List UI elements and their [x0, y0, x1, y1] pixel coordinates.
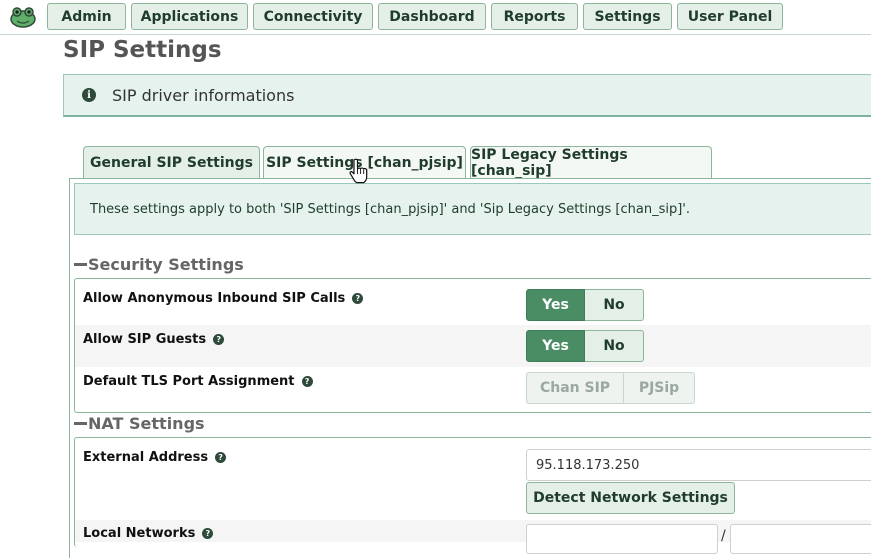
allow-guests-label-text: Allow SIP Guests — [83, 332, 207, 347]
tls-pjsip-option[interactable]: PJSip — [624, 372, 695, 404]
top-navigation: Admin Applications Connectivity Dashboar… — [0, 0, 871, 35]
allow-guests-toggle: Yes No — [526, 330, 644, 362]
local-network-ip-input[interactable] — [526, 524, 718, 554]
help-icon[interactable]: ? — [215, 452, 227, 463]
logo-icon[interactable] — [9, 5, 37, 29]
nav-reports-button[interactable]: Reports — [491, 3, 578, 30]
detect-network-settings-button[interactable]: Detect Network Settings — [526, 482, 735, 514]
tls-port-toggle: Chan SIP PJSip — [526, 372, 695, 404]
info-bar[interactable]: i SIP driver informations — [63, 74, 871, 117]
allow-anonymous-yes[interactable]: Yes — [526, 289, 585, 321]
allow-anonymous-label: Allow Anonymous Inbound SIP Calls ? — [83, 291, 364, 306]
tls-port-label-text: Default TLS Port Assignment — [83, 374, 295, 389]
info-circle-icon: i — [82, 88, 96, 102]
info-bar-text: SIP driver informations — [112, 85, 295, 105]
nat-settings-heading[interactable]: NAT Settings — [74, 414, 205, 433]
settings-note: These settings apply to both 'SIP Settin… — [74, 183, 871, 235]
local-networks-label: Local Networks ? — [83, 526, 214, 541]
collapse-icon[interactable] — [74, 422, 87, 425]
tab-general-sip-settings[interactable]: General SIP Settings — [83, 146, 260, 179]
help-icon[interactable]: ? — [301, 376, 313, 387]
help-icon[interactable]: ? — [213, 334, 225, 345]
hand-cursor-icon — [349, 158, 368, 184]
external-address-label: External Address ? — [83, 450, 227, 465]
allow-anonymous-toggle: Yes No — [526, 289, 644, 321]
nat-settings-title: NAT Settings — [88, 414, 205, 433]
nav-admin-button[interactable]: Admin — [47, 3, 126, 30]
nav-user-panel-button[interactable]: User Panel — [677, 3, 783, 30]
allow-guests-yes[interactable]: Yes — [526, 330, 585, 362]
network-separator: / — [721, 528, 726, 544]
allow-anonymous-no[interactable]: No — [585, 289, 644, 321]
security-settings-title: Security Settings — [88, 255, 244, 274]
nav-applications-button[interactable]: Applications — [131, 3, 248, 30]
allow-anonymous-label-text: Allow Anonymous Inbound SIP Calls — [83, 291, 346, 306]
help-icon[interactable]: ? — [202, 528, 214, 539]
collapse-icon[interactable] — [74, 263, 87, 266]
external-address-input[interactable] — [526, 449, 871, 481]
security-settings-heading[interactable]: Security Settings — [74, 255, 244, 274]
tls-port-label: Default TLS Port Assignment ? — [83, 374, 313, 389]
tls-chan-sip-option[interactable]: Chan SIP — [526, 372, 624, 404]
nav-settings-button[interactable]: Settings — [583, 3, 672, 30]
tab-sip-legacy-settings-chan-sip[interactable]: SIP Legacy Settings [chan_sip] — [470, 146, 712, 179]
page-title: SIP Settings — [63, 37, 222, 63]
allow-guests-label: Allow SIP Guests ? — [83, 332, 225, 347]
allow-guests-no[interactable]: No — [585, 330, 644, 362]
help-icon[interactable]: ? — [352, 293, 364, 304]
local-network-mask-input[interactable] — [730, 524, 871, 554]
local-networks-label-text: Local Networks — [83, 526, 196, 541]
nav-dashboard-button[interactable]: Dashboard — [378, 3, 486, 30]
external-address-label-text: External Address — [83, 450, 209, 465]
nav-connectivity-button[interactable]: Connectivity — [253, 3, 373, 30]
